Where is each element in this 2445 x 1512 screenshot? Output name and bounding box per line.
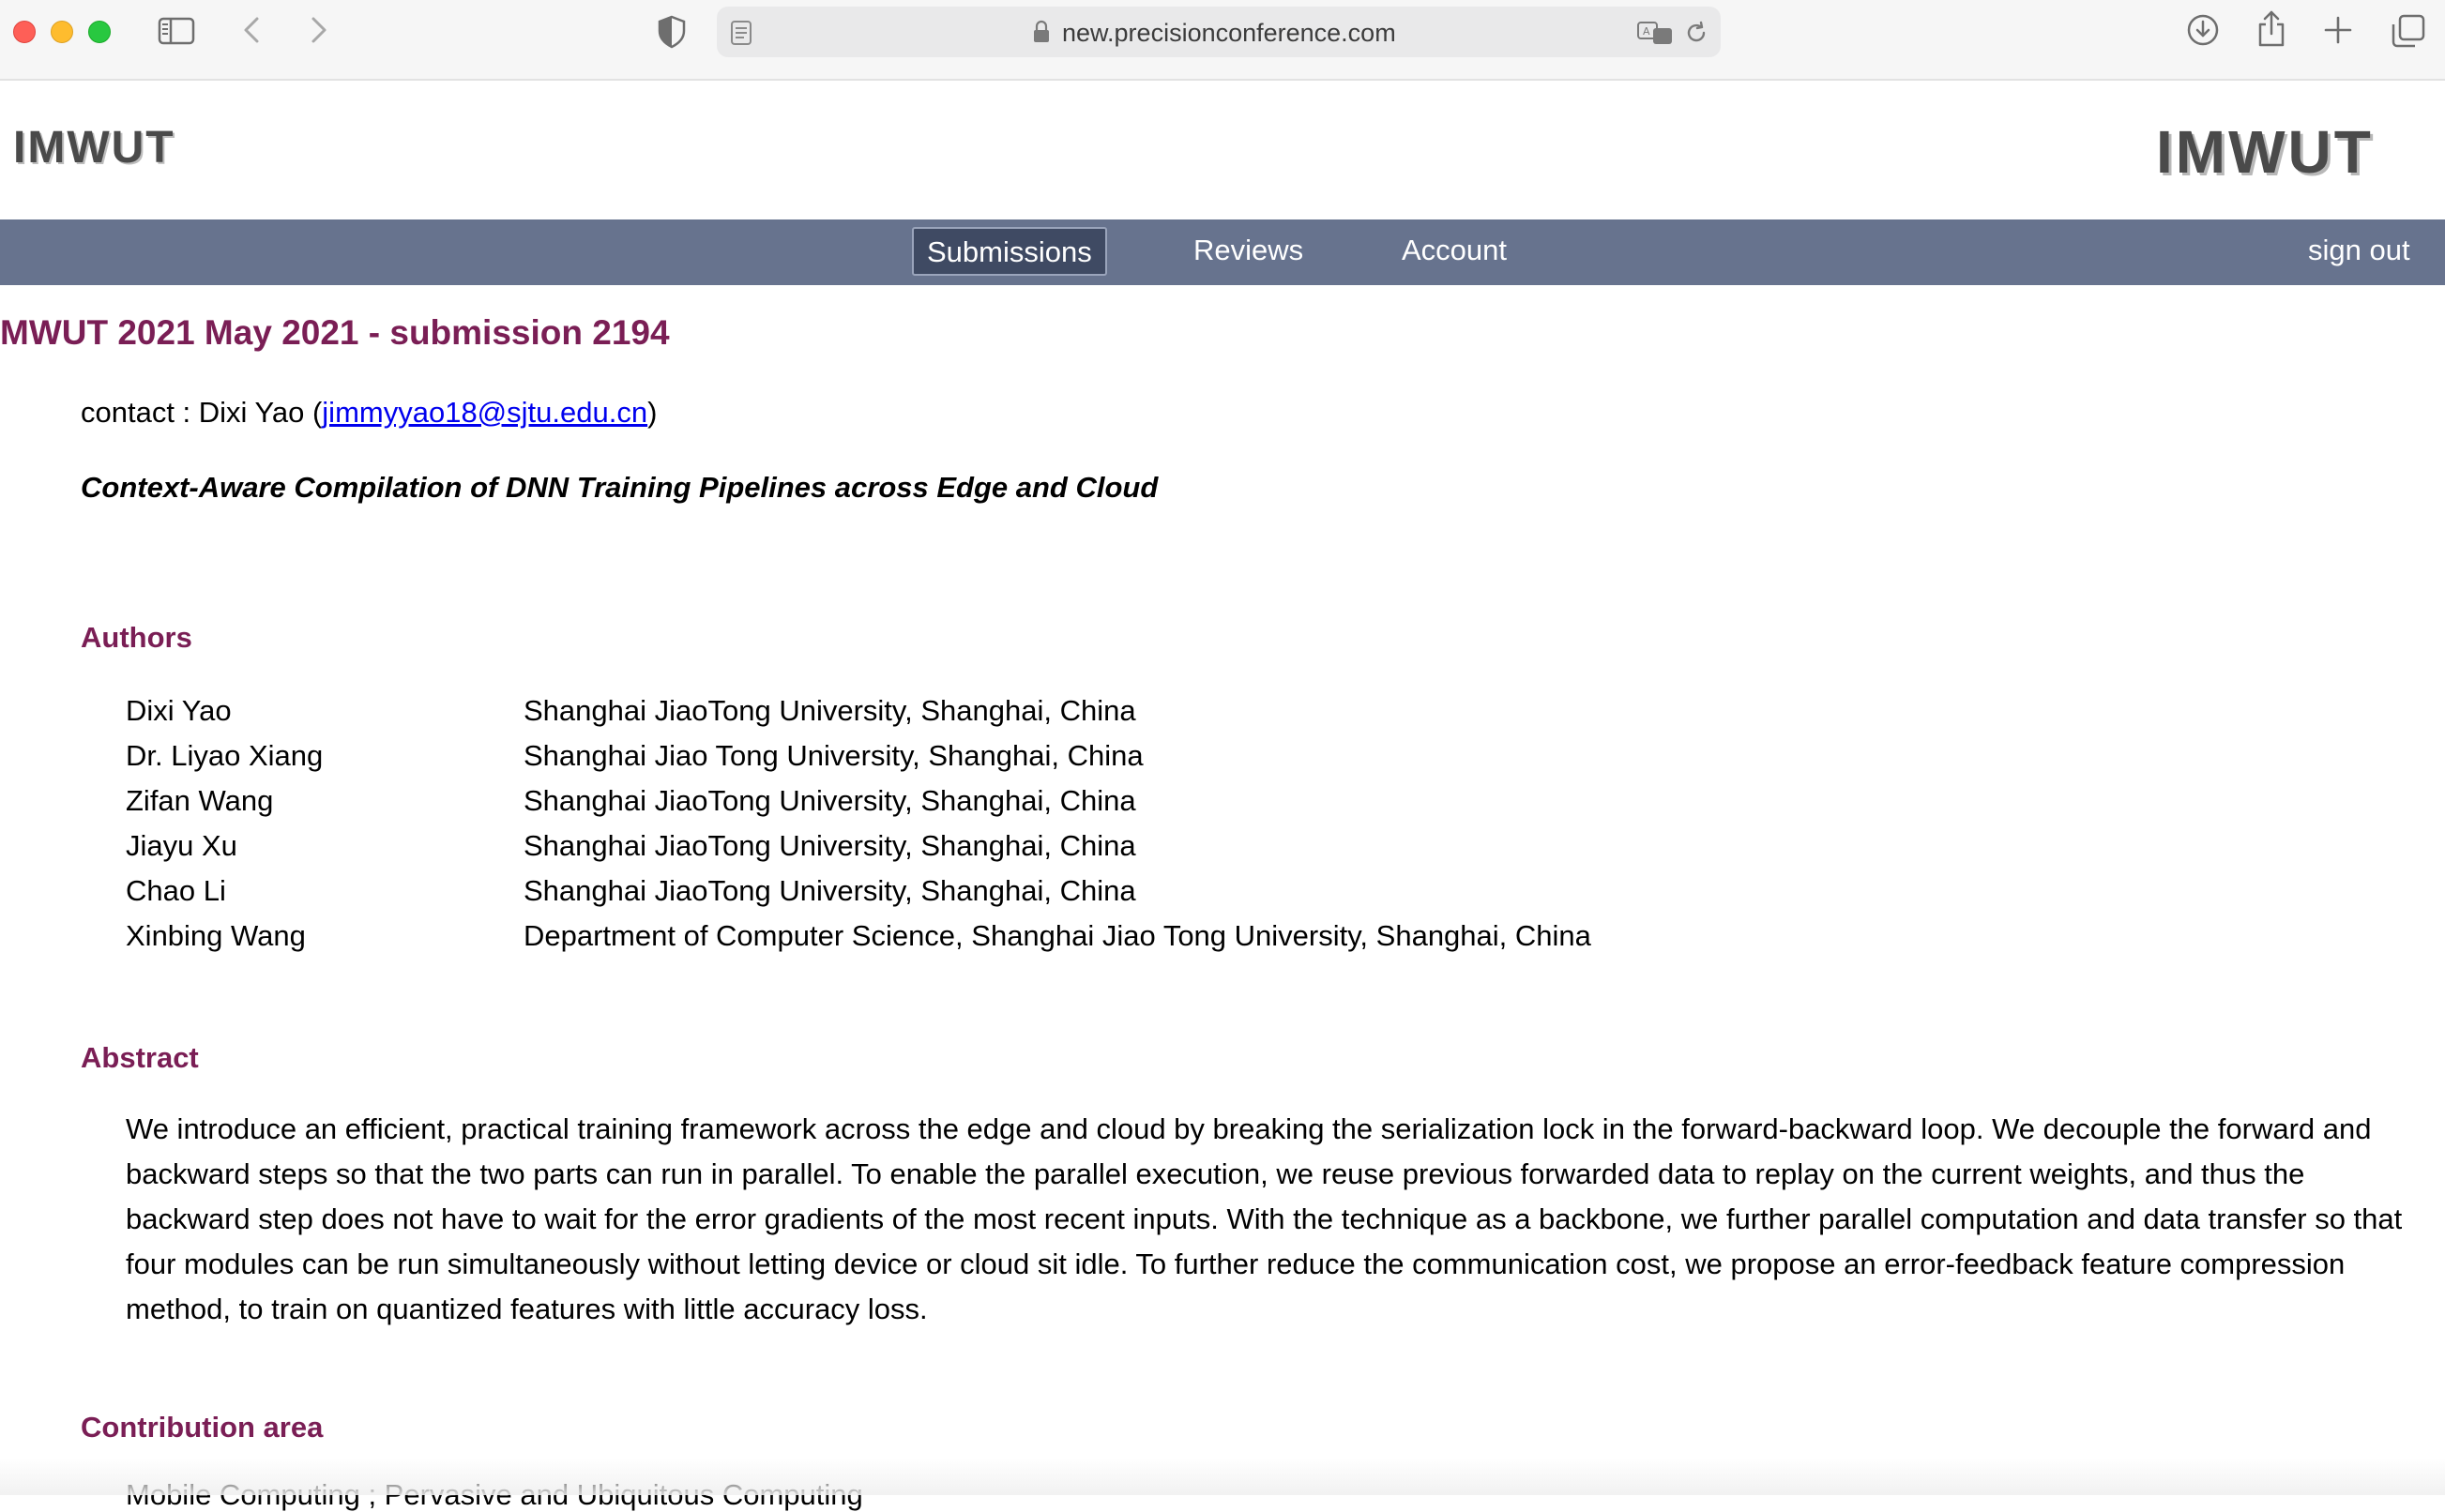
share-icon[interactable] <box>2255 9 2287 49</box>
translate-icon[interactable]: A <box>1636 20 1674 46</box>
author-name: Dr. Liyao Xiang <box>126 739 324 772</box>
author-affiliation: Shanghai JiaoTong University, Shanghai, … <box>524 694 1136 727</box>
reader-icon[interactable] <box>730 20 752 46</box>
window-zoom-button[interactable] <box>88 21 111 43</box>
author-name: Chao Li <box>126 874 226 907</box>
author-affiliation: Shanghai Jiao Tong University, Shanghai,… <box>524 739 1144 772</box>
author-affiliation: Shanghai JiaoTong University, Shanghai, … <box>524 784 1136 817</box>
bottom-fade <box>0 1458 2445 1495</box>
page-title: MWUT 2021 May 2021 - submission 2194 <box>0 313 670 352</box>
site-logo-left: IMWUT <box>13 123 175 173</box>
authors-heading: Authors <box>81 621 192 654</box>
contact-line: contact : Dixi Yao (jimmyyao18@sjtu.edu.… <box>81 396 657 430</box>
lock-icon <box>1034 20 1049 42</box>
contact-prefix: contact : Dixi Yao ( <box>81 396 323 429</box>
abstract-text: We introduce an efficient, practical tra… <box>126 1112 2403 1325</box>
site-logo-right: IMWUT <box>2156 118 2374 186</box>
author-name: Xinbing Wang <box>126 919 306 952</box>
shield-icon[interactable] <box>657 15 687 49</box>
url-text: new.precisionconference.com <box>1062 19 1396 47</box>
window-minimize-button[interactable] <box>51 21 73 43</box>
author-affiliation: Shanghai JiaoTong University, Shanghai, … <box>524 829 1136 862</box>
browser-toolbar: new.precisionconference.com A <box>0 0 2445 81</box>
author-affiliation: Department of Computer Science, Shanghai… <box>524 919 1591 952</box>
download-icon[interactable] <box>2186 13 2220 47</box>
window-close-button[interactable] <box>13 21 36 43</box>
sign-out-link[interactable]: sign out <box>2295 227 2423 276</box>
contribution-heading: Contribution area <box>81 1411 324 1444</box>
author-affiliation: Shanghai JiaoTong University, Shanghai, … <box>524 874 1136 907</box>
abstract-heading: Abstract <box>81 1041 199 1074</box>
svg-text:A: A <box>1643 25 1650 38</box>
new-tab-icon[interactable] <box>2323 15 2353 45</box>
sidebar-icon[interactable] <box>158 17 195 45</box>
nav-submissions[interactable]: Submissions <box>912 227 1107 276</box>
author-name: Zifan Wang <box>126 784 274 817</box>
contact-email-link[interactable]: jimmyyao18@sjtu.edu.cn <box>322 396 647 429</box>
nav-reviews[interactable]: Reviews <box>1180 227 1316 276</box>
author-name: Jiayu Xu <box>126 829 237 862</box>
main-navbar: Submissions Reviews Account sign out <box>0 219 2445 285</box>
forward-icon[interactable] <box>304 13 332 47</box>
reload-icon[interactable] <box>1683 20 1709 46</box>
tabs-overview-icon[interactable] <box>2391 13 2426 49</box>
paper-title: Context-Aware Compilation of DNN Trainin… <box>81 471 1159 504</box>
nav-account[interactable]: Account <box>1389 227 1520 276</box>
address-bar[interactable]: new.precisionconference.com A <box>717 7 1721 57</box>
author-name: Dixi Yao <box>126 694 232 727</box>
contact-suffix: ) <box>647 396 658 429</box>
back-icon[interactable] <box>238 13 266 47</box>
